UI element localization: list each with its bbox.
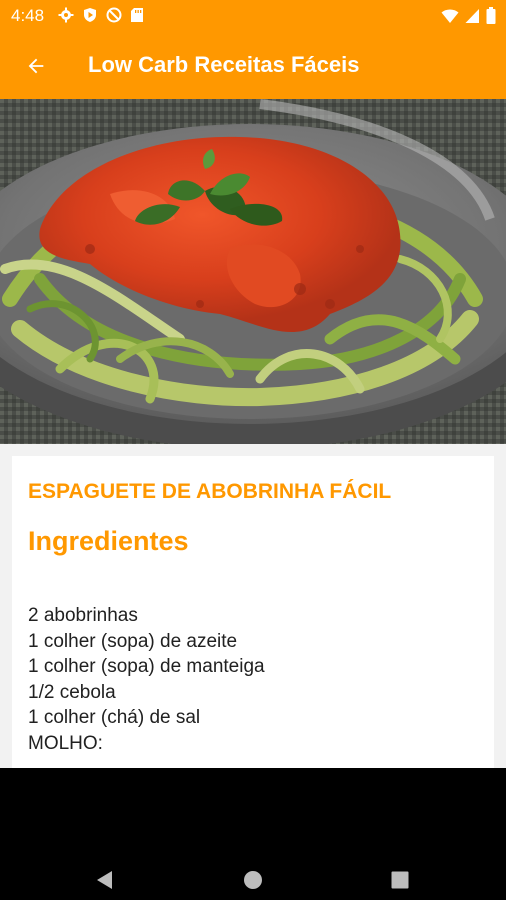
app-title: Low Carb Receitas Fáceis [88,52,360,77]
status-notification-icons [58,7,144,23]
recipe-card: ESPAGUETE DE ABOBRINHA FÁCIL Ingrediente… [12,456,494,768]
ingredients-list: 2 abobrinhas 1 colher (sopa) de azeite 1… [28,603,265,756]
status-system-icons [441,7,496,24]
ingredient-item: 2 abobrinhas [28,605,138,626]
nav-back-button[interactable] [85,860,125,900]
sd-card-icon [131,8,143,22]
ingredients-heading: Ingredientes [28,526,189,556]
no-disturb-icon [106,7,122,23]
signal-icon [465,8,479,23]
gear-icon [58,7,74,23]
battery-icon [486,7,496,24]
back-button[interactable] [18,48,54,84]
ingredient-item: 1 colher (sopa) de manteiga [28,656,265,677]
shield-play-icon [84,8,96,22]
app-bar: Low Carb Receitas Fáceis [0,32,506,99]
status-bar: 4:48 [0,0,506,32]
arrow-back-icon [28,58,44,74]
recipe-image [0,99,506,444]
nav-home-button[interactable] [233,860,273,900]
back-triangle-icon [97,871,112,889]
recents-square-icon [391,871,409,889]
ingredient-item: 1 colher (chá) de sal [28,707,201,728]
ingredient-item: 1 colher (sopa) de azeite [28,630,238,652]
recipe-title: ESPAGUETE DE ABOBRINHA FÁCIL [28,480,392,503]
status-time: 4:48 [11,6,45,25]
navigation-bar [0,768,506,900]
home-circle-icon [244,871,262,889]
wifi-icon [441,9,459,23]
nav-recents-button[interactable] [380,860,420,900]
ingredient-item: 1/2 cebola [28,681,116,703]
ingredient-item: MOLHO: [28,732,103,754]
